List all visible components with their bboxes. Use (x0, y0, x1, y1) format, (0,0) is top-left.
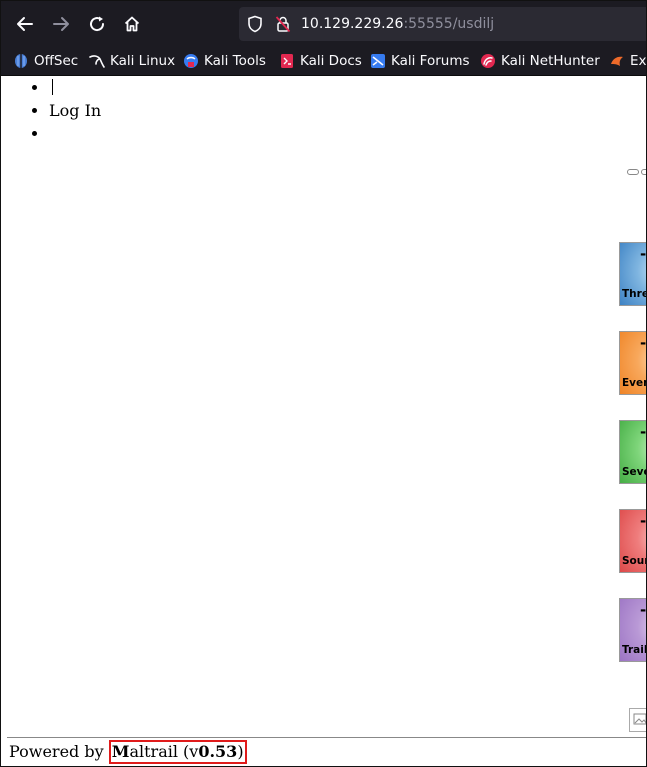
top-menu: Log In (9, 76, 101, 145)
url-text[interactable]: 10.129.229.26:55555/usdilj (301, 14, 494, 34)
insecure-lock-icon[interactable] (275, 15, 291, 33)
bookmark-kali-docs[interactable]: Kali Docs (279, 51, 362, 71)
login-link[interactable]: Log In (49, 101, 101, 120)
kali-tools-icon (184, 54, 198, 68)
version-open: (v (177, 742, 199, 761)
tile-value: - (640, 601, 647, 619)
offsec-icon (15, 54, 27, 68)
period-toggle[interactable] (627, 169, 639, 175)
bookmark-label: Kali Linux (110, 53, 176, 69)
tile-label: Sources (622, 555, 646, 567)
tile-trails[interactable]: - Trails (619, 598, 647, 662)
page-content: Log In - Threats - Events - Severity - S… (1, 76, 646, 766)
brand-initial: M (111, 742, 130, 761)
tile-label: Threats (622, 288, 646, 300)
browser-toolbar: 10.129.229.26:55555/usdilj (1, 1, 646, 47)
kali-forums-icon (371, 54, 385, 68)
bookmark-kali-linux[interactable]: Kali Linux (89, 51, 175, 71)
period-toggle-2[interactable] (641, 169, 646, 175)
bookmark-label: Exp (630, 53, 647, 69)
browser-window: 10.129.229.26:55555/usdilj OffSec Kali L… (0, 0, 647, 767)
footer-prefix: Powered by (9, 742, 109, 761)
bookmark-exploit-db[interactable]: Exp (609, 51, 647, 71)
url-path: :55555/usdilj (403, 16, 495, 32)
bookmark-kali-forums[interactable]: Kali Forums (370, 51, 470, 71)
version-number: 0.53 (198, 742, 238, 761)
bookmark-label: Kali NetHunter (501, 53, 600, 69)
brand-rest: altrail (129, 742, 178, 761)
forward-button[interactable] (48, 12, 74, 36)
bookmark-offsec[interactable]: OffSec (13, 51, 78, 71)
kali-nethunter-icon (481, 54, 495, 68)
tile-label: Events (622, 377, 646, 389)
image-placeholder-icon (633, 713, 646, 725)
bookmarks-toolbar: OffSec Kali Linux Kali Tools Kali Docs K… (1, 47, 646, 76)
shield-icon[interactable] (247, 15, 263, 33)
back-button[interactable] (12, 12, 38, 36)
home-button[interactable] (119, 12, 145, 36)
menu-item-empty (49, 122, 101, 145)
tile-value: - (640, 245, 647, 263)
menu-item-login[interactable]: Log In (49, 99, 101, 122)
bookmark-label: Kali Forums (391, 53, 470, 69)
footer-divider (7, 737, 646, 738)
arrow-right-icon (53, 17, 69, 31)
tile-value: - (640, 512, 647, 530)
home-icon (124, 16, 140, 32)
maltrail-link[interactable]: Maltrail (v0.53) (108, 740, 247, 764)
address-bar[interactable]: 10.129.229.26:55555/usdilj (239, 7, 646, 41)
exploit-db-icon (611, 56, 623, 66)
tile-sources[interactable]: - Sources (619, 509, 647, 573)
kali-docs-icon (281, 54, 293, 68)
tile-events[interactable]: - Events (619, 331, 647, 395)
reload-icon (90, 16, 105, 32)
tile-label: Severity (622, 466, 646, 478)
version-close: ) (237, 742, 244, 761)
bookmark-label: Kali Docs (300, 53, 362, 69)
bookmark-label: Kali Tools (204, 53, 266, 69)
bookmark-kali-nethunter[interactable]: Kali NetHunter (480, 51, 600, 71)
tile-value: - (640, 334, 647, 352)
menu-item-search[interactable] (49, 76, 101, 99)
footer: Powered by Maltrail (v0.53) (9, 740, 247, 764)
bookmark-kali-tools[interactable]: Kali Tools (183, 51, 266, 71)
text-caret (52, 79, 53, 95)
tile-threats[interactable]: - Threats (619, 242, 647, 306)
reload-button[interactable] (84, 12, 110, 36)
kali-dragon-icon (89, 55, 105, 68)
tile-value: - (640, 423, 647, 441)
tile-severity[interactable]: - Severity (619, 420, 647, 484)
arrow-left-icon (17, 17, 33, 31)
tile-label: Trails (622, 644, 646, 656)
broken-image-icon (629, 708, 646, 732)
bookmark-label: OffSec (34, 53, 79, 69)
url-host: 10.129.229.26 (301, 16, 404, 32)
